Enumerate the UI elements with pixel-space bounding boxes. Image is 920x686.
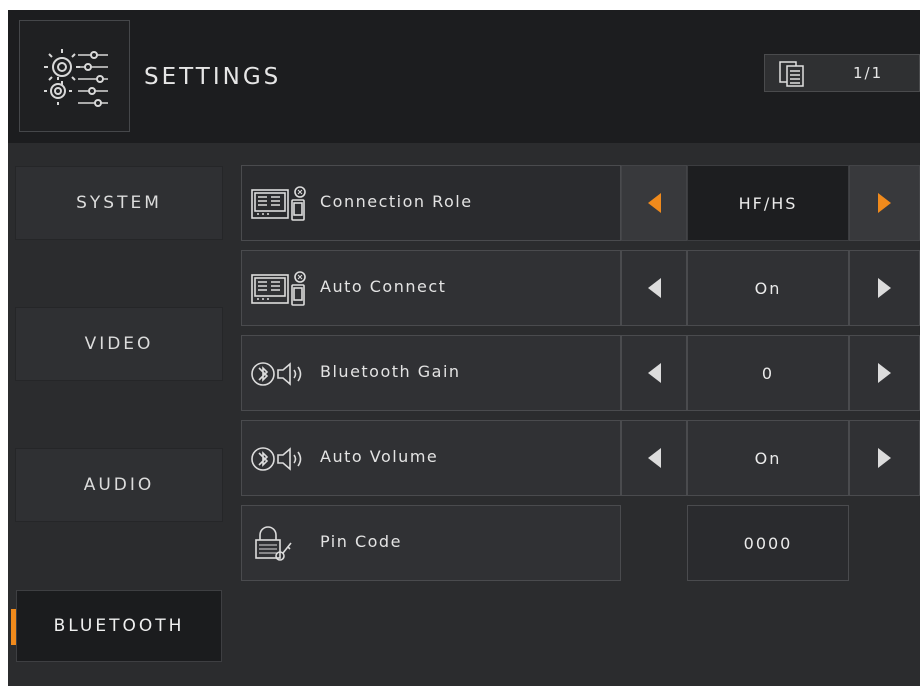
setting-label: Connection Role [320, 192, 473, 211]
sidebar-item-audio[interactable]: AUDIO [16, 449, 222, 521]
setting-value-text: HF/HS [738, 193, 798, 213]
increase-button[interactable] [849, 335, 920, 411]
sidebar-item-system[interactable]: SYSTEM [16, 167, 222, 239]
setting-label: Auto Connect [320, 277, 447, 296]
arrow-right-icon [878, 448, 891, 468]
sidebar-item-label: VIDEO [84, 334, 154, 354]
setting-label-cell: Bluetooth Gain [241, 335, 621, 411]
lock-key-icon [255, 526, 292, 561]
setting-label-cell: Connection Role [241, 165, 621, 241]
arrow-right-icon [878, 193, 891, 213]
device-phone-icon [251, 271, 306, 306]
arrow-left-icon [647, 448, 661, 468]
setting-label-cell: Pin Code [241, 505, 621, 581]
decrease-button[interactable] [621, 165, 687, 241]
setting-label-cell: Auto Volume [241, 420, 621, 496]
setting-value-text: 0 [761, 363, 775, 383]
setting-value-text: On [754, 448, 782, 468]
settings-gears-icon [44, 49, 108, 107]
setting-value: On [687, 420, 849, 496]
sidebar-item-label: SYSTEM [76, 193, 162, 213]
decrease-button[interactable] [621, 335, 687, 411]
setting-value-text: 0000 [743, 533, 793, 553]
decrease-button[interactable] [621, 420, 687, 496]
settings-icon-box [19, 20, 130, 132]
sidebar-item-bluetooth[interactable]: BLUETOOTH [11, 590, 222, 662]
setting-value: On [687, 250, 849, 326]
increase-button[interactable] [849, 165, 920, 241]
active-indicator [11, 609, 16, 645]
sidebar-item-video[interactable]: VIDEO [16, 308, 222, 380]
sidebar-item-label: AUDIO [83, 475, 155, 495]
bluetooth-speaker-icon [251, 447, 302, 471]
setting-value: HF/HS [687, 165, 849, 241]
setting-label-cell: Auto Connect [241, 250, 621, 326]
device-phone-icon [251, 186, 306, 221]
settings-screen: SETTINGS 1/1 SYSTEM VIDEO AUDIO BLUETOOT… [8, 10, 920, 686]
arrow-left-icon [647, 363, 661, 383]
page-title: SETTINGS [144, 64, 282, 90]
setting-value-text: On [754, 278, 782, 298]
arrow-right-icon [878, 278, 891, 298]
page-indicator-text: 1/1 [853, 64, 884, 82]
page-indicator[interactable]: 1/1 [764, 54, 920, 92]
arrow-left-icon [647, 278, 661, 298]
setting-value: 0 [687, 335, 849, 411]
setting-label: Pin Code [320, 532, 402, 551]
increase-button[interactable] [849, 250, 920, 326]
pin-code-field[interactable]: 0000 [687, 505, 849, 581]
arrow-left-icon [647, 193, 661, 213]
pages-icon [779, 61, 804, 87]
sidebar-item-label: BLUETOOTH [53, 616, 185, 636]
setting-label: Auto Volume [320, 447, 439, 466]
arrow-right-icon [878, 363, 891, 383]
increase-button[interactable] [849, 420, 920, 496]
decrease-button[interactable] [621, 250, 687, 326]
setting-label: Bluetooth Gain [320, 362, 461, 381]
header-bar: SETTINGS 1/1 [8, 10, 920, 143]
bluetooth-speaker-icon [251, 362, 302, 386]
